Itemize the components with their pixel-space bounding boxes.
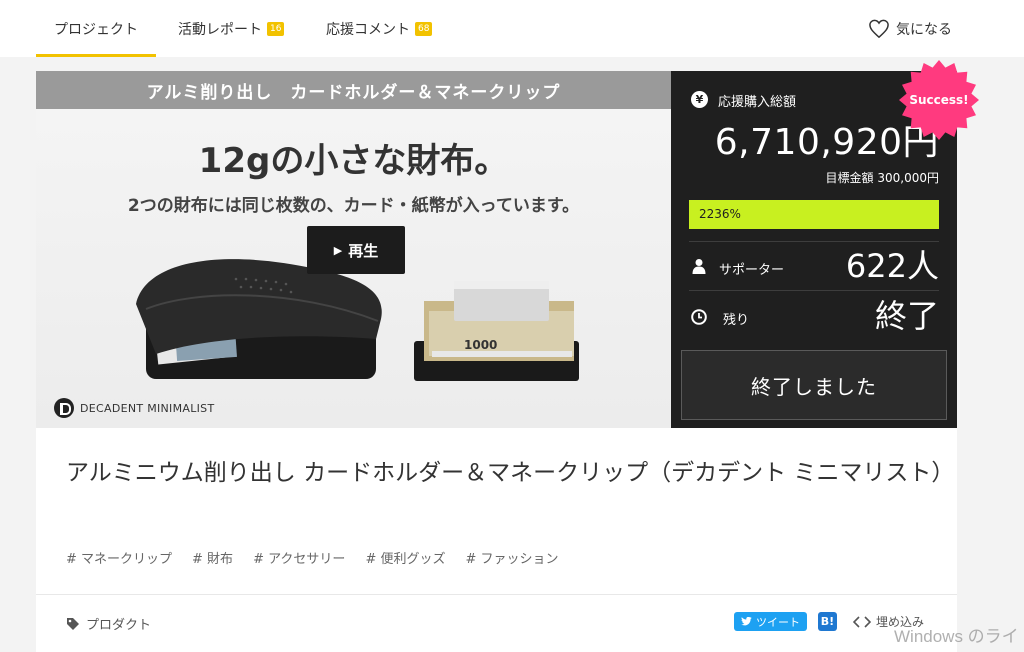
tag-useful-goods[interactable]: # 便利グッズ <box>365 548 445 567</box>
tag-wallet[interactable]: # 財布 <box>192 548 233 567</box>
remaining-label: 残り <box>723 313 750 328</box>
brand-name: DECADENT MINIMALIST <box>80 401 215 415</box>
tab-project[interactable]: プロジェクト <box>36 0 156 57</box>
category-link[interactable]: プロダクト <box>66 614 151 633</box>
progress-percent: 2236% <box>699 207 741 221</box>
yen-icon: ¥ <box>691 91 708 108</box>
category-label: プロダクト <box>86 618 152 633</box>
twitter-bird-icon <box>741 617 752 626</box>
play-label: 再生 <box>348 241 379 260</box>
heart-icon <box>869 19 889 38</box>
favorite-button[interactable]: 気になる <box>868 0 952 57</box>
aluminum-card-holder-image: 1000 <box>414 281 579 381</box>
tab-comments-label: 応援コメント <box>326 21 410 38</box>
tag-fashion[interactable]: # ファッション <box>465 548 558 567</box>
comments-count-badge: 68 <box>415 21 433 36</box>
funding-progress-bar: 2236% <box>689 200 939 229</box>
brand-logo-icon <box>54 398 74 418</box>
tab-comments[interactable]: 応援コメント 68 <box>326 0 433 57</box>
activity-report-count-badge: 16 <box>267 21 285 36</box>
amount-label: 応援購入総額 <box>718 95 797 110</box>
hatena-label: B! <box>820 615 835 628</box>
code-brackets-icon <box>853 615 871 628</box>
remaining-value: 終了 <box>874 297 939 335</box>
clock-icon <box>691 309 707 325</box>
hero-banner: アルミ削り出し カードホルダー＆マネークリップ <box>36 71 671 109</box>
supporters-label: サポーター <box>719 263 785 278</box>
tag-icon <box>67 617 79 630</box>
ended-button[interactable]: 終了しました <box>681 350 947 420</box>
brand-watermark: DECADENT MINIMALIST <box>54 398 215 418</box>
tab-project-label: プロジェクト <box>54 21 138 38</box>
person-icon <box>692 259 706 274</box>
project-video-thumbnail[interactable]: アルミ削り出し カードホルダー＆マネークリップ 12gの小さな財布。 2つの財布… <box>36 71 671 428</box>
goal-amount: 目標金額 300,000円 <box>825 171 939 185</box>
tag-list: # マネークリップ # 財布 # アクセサリー # 便利グッズ # ファッション <box>66 548 559 567</box>
tag-accessory[interactable]: # アクセサリー <box>253 548 345 567</box>
tweet-button[interactable]: ツイート <box>734 612 807 631</box>
svg-text:1000: 1000 <box>464 338 497 352</box>
success-badge-label: Success! <box>909 93 969 107</box>
tab-activity-report[interactable]: 活動レポート 16 <box>178 0 285 57</box>
hero-subline: 2つの財布には同じ枚数の、カード・紙幣が入っています。 <box>127 196 580 216</box>
hatena-bookmark-button[interactable]: B! <box>818 612 837 631</box>
play-video-button[interactable]: ▶ 再生 <box>307 226 405 274</box>
project-card: アルミ削り出し カードホルダー＆マネークリップ 12gの小さな財布。 2つの財布… <box>36 60 979 652</box>
tag-money-clip[interactable]: # マネークリップ <box>66 548 172 567</box>
hero-headline: 12gの小さな財布。 <box>198 141 509 181</box>
play-icon: ▶ <box>333 243 343 257</box>
tweet-label: ツイート <box>756 615 800 629</box>
project-title: アルミニウム削り出し カードホルダー＆マネークリップ（デカデント ミニマリスト） <box>66 460 955 486</box>
tab-activity-report-label: 活動レポート <box>178 21 262 38</box>
ended-button-label: 終了しました <box>751 374 877 399</box>
section-divider <box>36 594 957 595</box>
windows-activation-watermark: Windows のライ <box>894 627 1019 646</box>
top-nav: プロジェクト 活動レポート 16 応援コメント 68 気になる <box>0 0 1024 57</box>
funding-stats-panel: ¥ 応援購入総額 6,710,920円 目標金額 300,000円 2236% … <box>671 60 979 428</box>
favorite-label: 気になる <box>896 21 952 38</box>
supporters-count: 622人 <box>845 247 939 285</box>
